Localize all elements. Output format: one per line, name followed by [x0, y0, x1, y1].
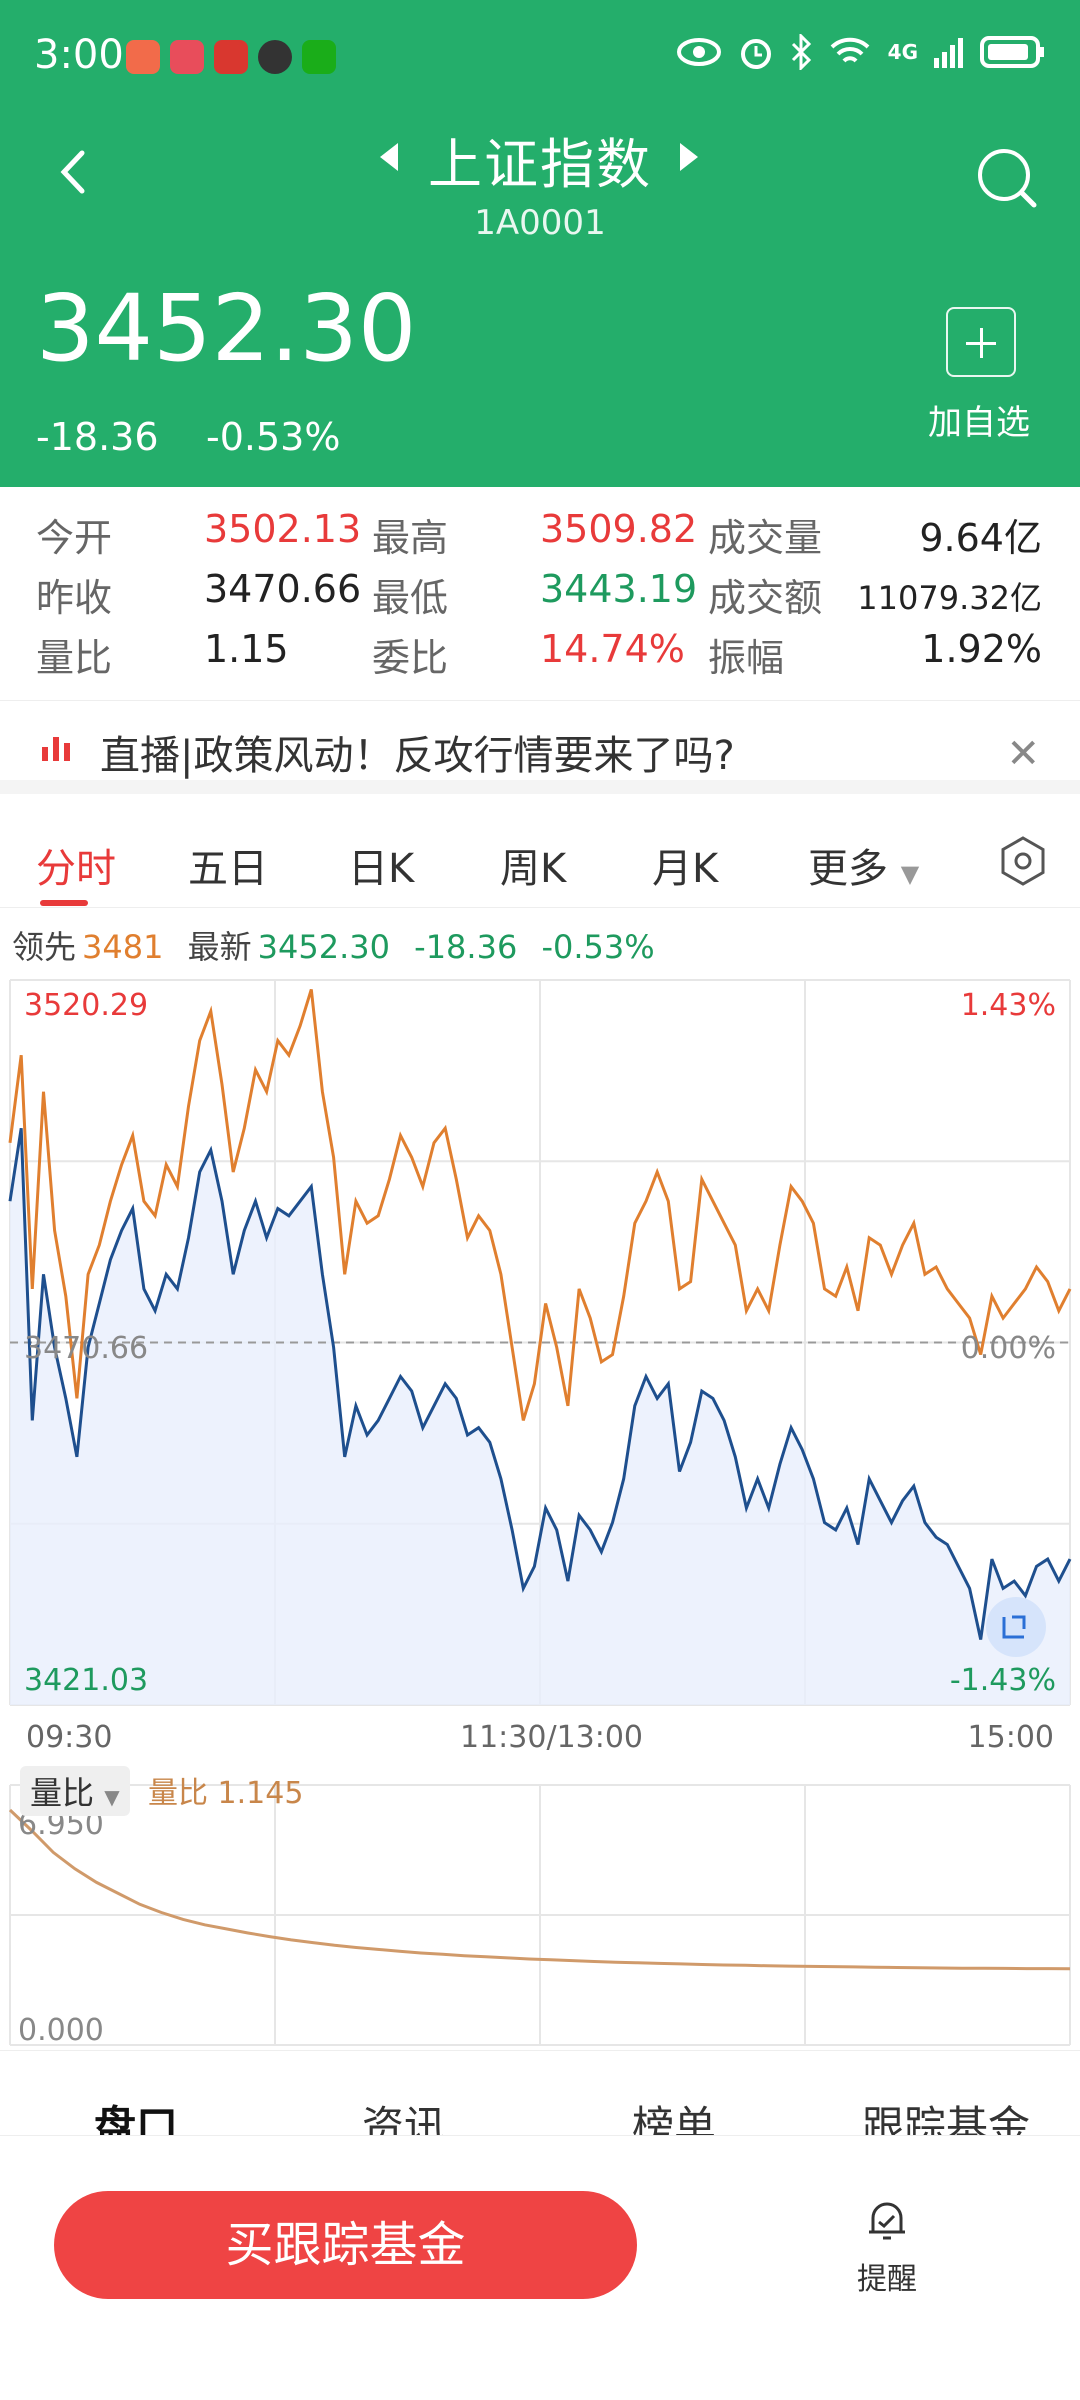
stat-label: 成交额	[708, 576, 823, 620]
stat-label: 昨收	[36, 576, 113, 620]
tab-more-label: 更多	[808, 846, 888, 892]
stats-row: 今开 3502.13 最高 3509.82 成交量 9.64亿	[0, 507, 1080, 567]
y-bottom-label: 3421.03	[24, 1663, 148, 1698]
pct-mid-label: 0.00%	[961, 1331, 1056, 1366]
status-bar: 3:00 4G	[0, 0, 1080, 115]
add-watchlist-button[interactable]	[946, 307, 1016, 377]
stat-value: 1.15	[204, 627, 289, 671]
status-time: 3:00	[34, 32, 124, 78]
vol-y-bottom-label: 0.000	[18, 2013, 104, 2048]
wifi-icon	[830, 37, 870, 63]
stat-label: 振幅	[708, 636, 785, 680]
latest-change: -18.36	[414, 928, 518, 966]
app-notification-icon	[170, 40, 204, 74]
price-change: -18.36	[36, 415, 159, 459]
app-header: 上证指数 1A0001	[0, 115, 1080, 255]
index-code: 1A0001	[474, 203, 606, 243]
stat-value: 3509.82	[540, 507, 698, 551]
stat-label: 最高	[372, 516, 449, 560]
quote-panel: 3452.30 -18.36 -0.53% 加自选	[0, 255, 1080, 487]
app-notification-icon	[126, 40, 160, 74]
lead-value: 3481	[82, 928, 164, 966]
eye-icon	[676, 38, 721, 66]
volume-ratio-value: 量比 1.145	[148, 1776, 304, 1811]
latest-label: 最新	[187, 928, 252, 966]
stats-row: 昨收 3470.66 最低 3443.19 成交额 11079.32亿	[0, 567, 1080, 627]
chevron-down-icon: ▼	[104, 1785, 120, 1809]
chevron-down-icon: ▼	[900, 860, 920, 888]
news-banner[interactable]: 直播|政策风动！反攻行情要来了吗? ✕	[0, 700, 1080, 794]
latest-value: 3452.30	[257, 928, 390, 966]
time-axis: 09:30 11:30/13:00 15:00	[0, 1710, 1080, 1760]
status-indicators: 4G	[676, 34, 1046, 70]
intraday-chart[interactable]: 3520.29 3470.66 3421.03 1.43% 0.00% -1.4…	[0, 975, 1080, 1710]
y-mid-label: 3470.66	[24, 1331, 148, 1366]
stats-row: 量比 1.15 委比 14.74% 振幅 1.92%	[0, 627, 1080, 687]
tab-weekly-k[interactable]: 周K	[500, 836, 566, 894]
stat-label: 成交量	[708, 516, 823, 560]
notification-icons	[126, 40, 336, 74]
stat-value: 14.74%	[540, 627, 685, 671]
app-notification-icon	[214, 40, 248, 74]
pct-bottom-label: -1.43%	[950, 1663, 1056, 1698]
volume-indicator-dropdown[interactable]: 量比 ▼	[20, 1766, 130, 1816]
y-top-label: 3520.29	[24, 988, 148, 1023]
signal-icon	[934, 38, 963, 68]
alert-icon	[869, 2202, 905, 2240]
stat-label: 今开	[36, 516, 113, 560]
expand-chart-button[interactable]	[986, 1597, 1046, 1657]
time-label: 15:00	[967, 1720, 1054, 1755]
time-label: 11:30/13:00	[460, 1720, 644, 1755]
network-type: 4G	[887, 40, 918, 64]
active-tab-indicator	[40, 900, 88, 906]
stat-label: 量比	[36, 636, 113, 680]
time-label: 09:30	[26, 1720, 113, 1755]
stat-value: 1.92%	[921, 627, 1042, 671]
app-notification-icon	[258, 40, 292, 74]
bottom-section-tabs: 盘口 资讯 榜单 跟踪基金	[0, 2050, 1080, 2151]
bluetooth-icon	[791, 34, 811, 70]
stat-label: 委比	[372, 636, 449, 680]
stat-label: 最低	[372, 576, 449, 620]
lead-label: 领先	[12, 928, 77, 966]
stat-value: 3443.19	[540, 567, 698, 611]
add-watchlist-label[interactable]: 加自选	[928, 395, 1030, 444]
page-title: 上证指数	[428, 133, 652, 196]
chart-tabs: 分时 五日 日K 周K 月K 更多 ▼	[0, 808, 1080, 908]
price-change-percent: -0.53%	[206, 415, 341, 459]
tab-monthly-k[interactable]: 月K	[652, 836, 718, 894]
wechat-icon	[302, 40, 336, 74]
tab-intraday[interactable]: 分时	[36, 836, 116, 894]
remind-button[interactable]: 提醒	[852, 2196, 922, 2298]
volume-indicator-label: 量比	[30, 1774, 95, 1812]
search-icon[interactable]	[974, 145, 1040, 211]
chart-legend: 领先 3481 最新 3452.30 -18.36 -0.53%	[12, 922, 669, 968]
tab-daily-k[interactable]: 日K	[348, 836, 414, 894]
battery-icon	[980, 36, 1044, 68]
current-price: 3452.30	[36, 275, 417, 382]
stat-value: 11079.32亿	[857, 579, 1042, 617]
pct-top-label: 1.43%	[961, 988, 1056, 1023]
alarm-icon	[740, 39, 771, 69]
tab-more[interactable]: 更多 ▼	[808, 836, 919, 894]
stat-value: 3502.13	[204, 507, 362, 551]
live-bars-icon	[42, 733, 70, 761]
remind-label: 提醒	[857, 2262, 917, 2297]
close-icon[interactable]: ✕	[1006, 731, 1040, 777]
news-headline[interactable]: 直播|政策风动！反攻行情要来了吗?	[100, 723, 735, 781]
stat-value: 9.64亿	[919, 516, 1042, 560]
settings-icon[interactable]	[996, 834, 1050, 888]
bottom-action-bar: 买跟踪基金 提醒	[0, 2135, 1080, 2400]
buy-tracking-fund-button[interactable]: 买跟踪基金	[54, 2191, 637, 2299]
latest-percent: -0.53%	[541, 928, 655, 966]
stat-value: 3470.66	[204, 567, 362, 611]
stats-grid: 今开 3502.13 最高 3509.82 成交量 9.64亿 昨收 3470.…	[0, 487, 1080, 697]
tab-five-day[interactable]: 五日	[188, 836, 268, 894]
title-block: 上证指数 1A0001	[0, 120, 1080, 243]
